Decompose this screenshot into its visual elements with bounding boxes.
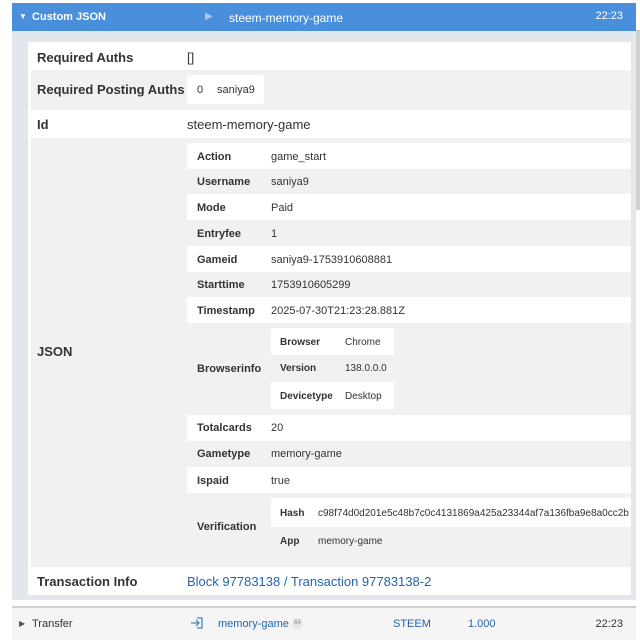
- json-key: Ispaid: [197, 475, 229, 487]
- id-label: Id: [37, 117, 49, 132]
- required-posting-auths-row: Required Posting Auths 0 saniya9: [31, 70, 631, 110]
- json-label: JSON: [37, 344, 73, 359]
- json-row: JSON Action game_start Username saniya9 …: [31, 138, 631, 567]
- play-icon: ▶: [205, 11, 213, 22]
- expand-icon[interactable]: ▼: [19, 12, 27, 21]
- json-key: Entryfee: [197, 228, 242, 240]
- posting-auth-name: saniya9: [217, 84, 255, 96]
- json-value: saniya9: [271, 176, 309, 188]
- posting-auth-index: 0: [197, 84, 204, 96]
- required-auths-value: []: [187, 50, 195, 65]
- transfer-account-link[interactable]: memory-game: [218, 618, 289, 630]
- json-value: memory-game: [271, 448, 342, 460]
- json-row-starttime: Starttime 1753910605299: [187, 272, 631, 297]
- json-key: Totalcards: [197, 422, 252, 434]
- scrollbar[interactable]: [636, 30, 640, 210]
- reputation-badge: 64: [292, 618, 303, 629]
- json-key: Verification: [197, 521, 257, 533]
- json-row-gametype: Gametype memory-game: [187, 441, 631, 467]
- browserinfo-row: Devicetype Desktop: [271, 382, 394, 409]
- block-link[interactable]: Block 97783138: [187, 574, 280, 589]
- operation-id: steem-memory-game: [229, 11, 344, 25]
- json-key: Username: [197, 176, 251, 188]
- browserinfo-row: Version 138.0.0.0: [271, 355, 394, 382]
- json-value: Paid: [271, 202, 294, 214]
- transfer-row[interactable]: ▶ Transfer memory-game 64 STEEM 1.000 22…: [12, 608, 636, 640]
- operation-details-panel: Required Auths [] Required Posting Auths…: [12, 31, 636, 600]
- json-key: Action: [197, 151, 232, 163]
- json-value: game_start: [271, 151, 327, 163]
- operation-title: Custom JSON: [32, 11, 106, 23]
- verification-key: Hash: [280, 508, 305, 519]
- json-row-totalcards: Totalcards 20: [187, 415, 631, 441]
- json-value: 1753910605299: [271, 279, 351, 291]
- login-icon: [191, 617, 203, 629]
- json-table: Action game_start Username saniya9 Mode …: [187, 143, 631, 562]
- json-key: Gameid: [197, 254, 238, 266]
- json-row-browserinfo: Browserinfo Browser Chrome Version 138.0…: [187, 323, 631, 415]
- json-value: 20: [271, 422, 284, 434]
- verification-row: Hash c98f74d0d201e5c48b7c0c4131869a425a2…: [271, 498, 631, 527]
- json-value: true: [271, 475, 290, 487]
- json-row-timestamp: Timestamp 2025-07-30T21:23:28.881Z: [187, 297, 631, 323]
- verification-row: App memory-game: [271, 527, 631, 555]
- verification-table: Hash c98f74d0d201e5c48b7c0c4131869a425a2…: [271, 498, 631, 555]
- details-table: Required Auths [] Required Posting Auths…: [28, 42, 631, 595]
- json-key: Timestamp: [197, 305, 255, 317]
- transfer-amount: 1.000: [468, 618, 496, 630]
- transfer-currency: STEEM: [393, 618, 431, 630]
- browserinfo-key: Browser: [280, 337, 321, 348]
- collapse-icon[interactable]: ▶: [19, 619, 25, 628]
- json-row-username: Username saniya9: [187, 169, 631, 194]
- custom-json-header[interactable]: ▼ Custom JSON ▶ steem-memory-game 22:23: [12, 3, 636, 31]
- required-posting-auths-label: Required Posting Auths: [37, 82, 185, 97]
- id-row: Id steem-memory-game: [31, 110, 631, 138]
- browserinfo-key: Version: [280, 363, 317, 374]
- operation-time: 22:23: [595, 10, 623, 22]
- browserinfo-row: Browser Chrome: [271, 328, 394, 355]
- json-key: Starttime: [197, 279, 245, 291]
- json-value: saniya9-1753910608881: [271, 254, 393, 266]
- browserinfo-value: Chrome: [345, 337, 381, 348]
- browserinfo-value: 138.0.0.0: [345, 363, 387, 374]
- browserinfo-table: Browser Chrome Version 138.0.0.0 Devicet…: [271, 328, 394, 409]
- json-key: Gametype: [197, 448, 251, 460]
- verification-value: c98f74d0d201e5c48b7c0c4131869a425a23344a…: [318, 508, 629, 519]
- verification-value: memory-game: [318, 536, 383, 547]
- browserinfo-value: Desktop: [345, 391, 382, 402]
- id-value: steem-memory-game: [187, 117, 311, 132]
- json-row-action: Action game_start: [187, 143, 631, 169]
- json-row-gameid: Gameid saniya9-1753910608881: [187, 246, 631, 272]
- json-row-mode: Mode Paid: [187, 194, 631, 220]
- transaction-info-row: Transaction Info Block 97783138 / Transa…: [31, 567, 631, 595]
- required-auths-row: Required Auths []: [31, 42, 631, 70]
- browserinfo-key: Devicetype: [280, 391, 333, 402]
- json-value: 1: [271, 228, 278, 240]
- transaction-info-value: Block 97783138 / Transaction 97783138-2: [187, 574, 431, 589]
- transaction-link[interactable]: Transaction 97783138-2: [291, 574, 431, 589]
- json-row-verification: Verification Hash c98f74d0d201e5c48b7c0c…: [187, 493, 631, 562]
- transfer-time: 22:23: [595, 618, 623, 630]
- json-key: Browserinfo: [197, 363, 262, 375]
- json-row-entryfee: Entryfee 1: [187, 220, 631, 246]
- json-row-ispaid: Ispaid true: [187, 467, 631, 493]
- transfer-title: Transfer: [32, 618, 73, 630]
- posting-auth-entry: 0 saniya9: [187, 75, 264, 104]
- link-separator: /: [280, 574, 291, 589]
- transaction-info-label: Transaction Info: [37, 574, 138, 589]
- required-auths-label: Required Auths: [37, 50, 134, 65]
- verification-key: App: [280, 536, 300, 547]
- json-value: 2025-07-30T21:23:28.881Z: [271, 305, 405, 317]
- json-key: Mode: [197, 202, 226, 214]
